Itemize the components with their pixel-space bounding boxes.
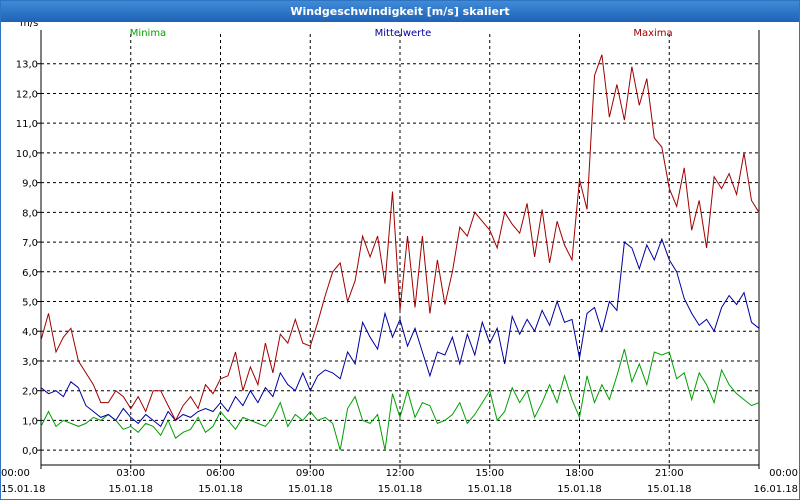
y-tick-label: 0,0: [22, 446, 38, 457]
y-tick-label: 5,0: [22, 298, 38, 309]
y-axis-label: m/s: [20, 22, 38, 29]
y-tick-label: 7,0: [22, 238, 38, 249]
y-tick-label: 3,0: [22, 357, 38, 368]
series-line-mittelwerte: [40, 237, 760, 428]
x-tick-time-label: 15:00: [475, 468, 504, 479]
x-tick-date-label: 15.01.18: [1, 484, 46, 495]
y-tick-label: 2,0: [22, 387, 38, 398]
x-tick-date-label: 15.01.18: [467, 484, 512, 495]
x-tick-time-label: 18:00: [565, 468, 594, 479]
x-tick-date-label: 15.01.18: [288, 484, 333, 495]
legend-maxima: Maxima: [633, 28, 672, 39]
y-tick-label: 12,0: [16, 89, 38, 100]
x-tick-time-label: 21:00: [655, 468, 684, 479]
y-tick-label: 1,0: [22, 416, 38, 427]
x-tick-date-label: 15.01.18: [378, 484, 423, 495]
chart-grid: [41, 34, 759, 465]
x-tick-time-label: 12:00: [386, 468, 415, 479]
y-tick-label: 9,0: [22, 179, 38, 190]
chart-svg: 0,0 1,0 2,0 3,0 4,0 5,0 6,0 7,0 8,0 9,0 10,0 11,0 12…: [1, 22, 798, 495]
chart-window: Windgeschwindigkeit [m/s] skaliert 0,0 1,…: [0, 0, 800, 500]
window-title: Windgeschwindigkeit [m/s] skaliert: [1, 1, 799, 22]
x-tick-time-label: 03:00: [116, 468, 145, 479]
y-tick-label: 6,0: [22, 268, 38, 279]
x-tick-date-label: 16.01.18: [753, 484, 798, 495]
x-tick-date-label: 15.01.18: [198, 484, 243, 495]
x-tick-date-label: 15.01.18: [647, 484, 692, 495]
y-tick-label: 11,0: [16, 119, 38, 130]
y-tick-label: 13,0: [16, 60, 38, 71]
x-tick-time-label: 09:00: [296, 468, 325, 479]
y-tick-label: 4,0: [22, 327, 38, 338]
y-tick-label: 10,0: [16, 149, 38, 160]
y-tick-label: 8,0: [22, 208, 38, 219]
legend-minima: Minima: [130, 28, 166, 39]
x-tick-date-label: 15.01.18: [557, 484, 602, 495]
legend-mittelwerte: Mittelwerte: [375, 28, 432, 39]
x-tick-time-label: 00:00: [769, 468, 798, 479]
x-tick-time-label: 06:00: [206, 468, 235, 479]
x-tick-date-label: 15.01.18: [108, 484, 153, 495]
chart-axes: [37, 30, 760, 469]
x-tick-time-label: 00:00: [1, 468, 30, 479]
